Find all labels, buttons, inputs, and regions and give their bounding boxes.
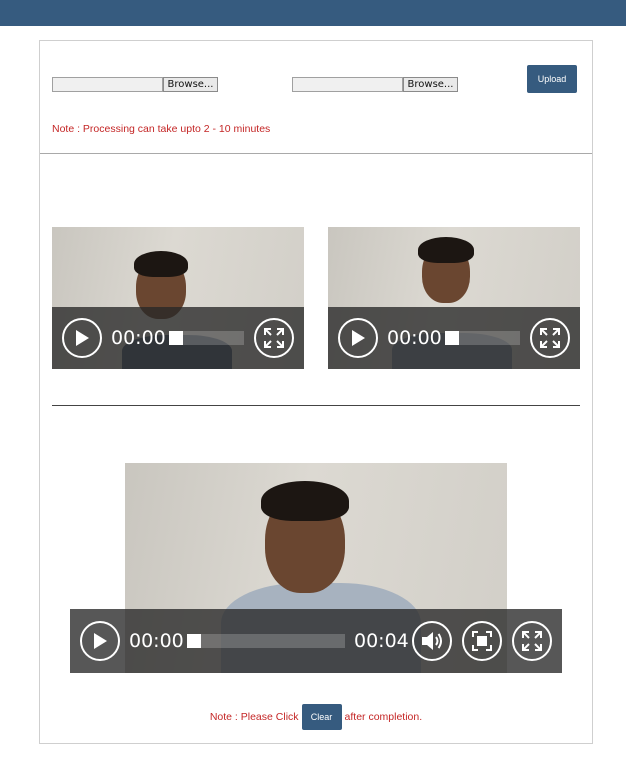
video-controls: 00:00 bbox=[52, 307, 304, 369]
file-path-field-2[interactable] bbox=[292, 77, 403, 92]
seek-bar[interactable] bbox=[187, 634, 345, 648]
person-hair bbox=[134, 251, 188, 277]
upload-section: Browse... Browse... Upload Note : Proces… bbox=[40, 41, 592, 154]
processing-note: Note : Processing can take upto 2 - 10 m… bbox=[52, 123, 271, 135]
video-divider bbox=[52, 405, 580, 406]
fit-screen-icon bbox=[472, 631, 492, 651]
completion-note-suffix: after completion. bbox=[344, 711, 423, 723]
completion-note: Note : Please Click Clear after completi… bbox=[40, 703, 592, 731]
current-time: 00:00 bbox=[387, 327, 442, 349]
clear-button[interactable]: Clear bbox=[301, 704, 342, 730]
play-button[interactable] bbox=[62, 318, 102, 358]
seek-handle[interactable] bbox=[187, 634, 201, 648]
completion-note-prefix: Note : Please Click bbox=[209, 711, 299, 723]
fullscreen-icon bbox=[522, 631, 542, 651]
fullscreen-icon bbox=[264, 328, 284, 348]
file-path-field-1[interactable] bbox=[52, 77, 163, 92]
result-video-controls: 00:00 00:04 bbox=[70, 609, 562, 673]
file-input-1[interactable]: Browse... bbox=[52, 77, 218, 92]
play-button[interactable] bbox=[338, 318, 378, 358]
current-time: 00:00 bbox=[129, 630, 184, 652]
play-icon bbox=[352, 330, 365, 346]
current-time: 00:00 bbox=[111, 327, 166, 349]
top-header-bar bbox=[0, 0, 626, 26]
play-icon bbox=[76, 330, 89, 346]
input-video-1[interactable]: 00:00 bbox=[52, 227, 304, 369]
play-button[interactable] bbox=[80, 621, 120, 661]
browse-button-1[interactable]: Browse... bbox=[163, 77, 218, 92]
fullscreen-button[interactable] bbox=[254, 318, 294, 358]
volume-button[interactable] bbox=[412, 621, 452, 661]
person-hair bbox=[418, 237, 474, 263]
fullscreen-button[interactable] bbox=[512, 621, 552, 661]
play-icon bbox=[94, 633, 107, 649]
fit-screen-button[interactable] bbox=[462, 621, 502, 661]
fullscreen-icon bbox=[540, 328, 560, 348]
section-divider bbox=[40, 153, 592, 154]
volume-icon bbox=[422, 632, 442, 650]
fullscreen-button[interactable] bbox=[530, 318, 570, 358]
upload-button[interactable]: Upload bbox=[527, 65, 577, 93]
browse-button-2[interactable]: Browse... bbox=[403, 77, 458, 92]
video-controls: 00:00 bbox=[328, 307, 580, 369]
input-video-2[interactable]: 00:00 bbox=[328, 227, 580, 369]
seek-handle[interactable] bbox=[445, 331, 459, 345]
main-panel: Browse... Browse... Upload Note : Proces… bbox=[39, 40, 593, 744]
file-input-2[interactable]: Browse... bbox=[292, 77, 458, 92]
seek-handle[interactable] bbox=[169, 331, 183, 345]
person-hair bbox=[261, 481, 349, 521]
duration: 00:04 bbox=[354, 630, 409, 652]
